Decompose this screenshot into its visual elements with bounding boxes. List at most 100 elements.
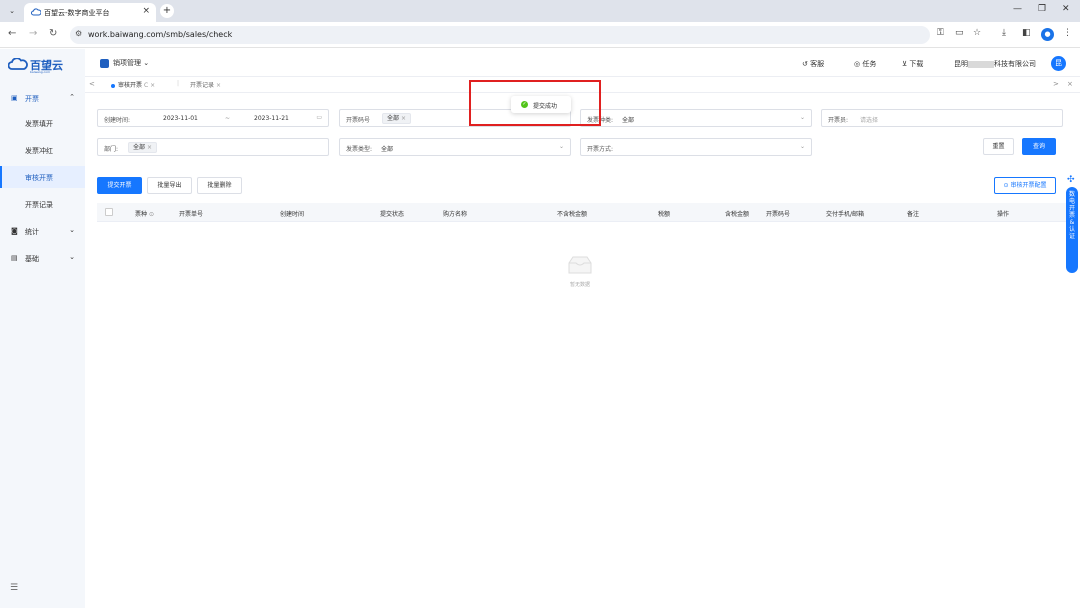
window-close-icon[interactable]: ✕ xyxy=(1062,4,1070,14)
col-label: 票种 xyxy=(135,211,148,218)
department-select[interactable]: 部门: 全部 × xyxy=(97,138,329,156)
module-icon xyxy=(100,58,109,68)
close-icon[interactable]: × xyxy=(150,82,155,89)
col-order-no: 开票单号 xyxy=(179,211,204,218)
batch-delete-button[interactable]: 批量删除 xyxy=(197,177,242,194)
page-tab-review[interactable]: 审核开票 C × xyxy=(111,80,155,89)
col-invoice-code: 开票码号 xyxy=(766,211,791,218)
download-button[interactable]: ⊻ 下载 xyxy=(902,59,923,69)
site-settings-icon[interactable]: ⚙ xyxy=(75,29,82,38)
close-icon[interactable]: × xyxy=(216,82,221,89)
module-switcher[interactable]: 销项管理 ⌄ xyxy=(100,58,149,68)
review-config-button[interactable]: ⊙ 审核开票配置 xyxy=(994,177,1056,194)
reload-icon[interactable]: ↻ xyxy=(49,28,57,39)
forward-icon[interactable]: → xyxy=(29,28,37,39)
chevron-down-icon: ⌄ xyxy=(799,114,805,121)
minimize-icon[interactable]: — xyxy=(1013,4,1022,14)
reset-button[interactable]: 重置 xyxy=(983,138,1014,155)
refresh-icon[interactable]: C xyxy=(144,82,148,89)
url-field[interactable]: ⚙ work.baiwang.com/smb/sales/check xyxy=(70,26,930,44)
page-tab-records[interactable]: 开票记录 × xyxy=(190,80,221,89)
sidebar-item-invoice-records[interactable]: 开票记录 xyxy=(0,193,85,215)
help-icon[interactable]: ⊙ xyxy=(149,211,154,218)
search-button[interactable]: 查询 xyxy=(1022,138,1056,155)
digital-invoice-float-panel[interactable]: 数电开票&认证 xyxy=(1066,187,1078,273)
active-dot-icon xyxy=(111,83,115,88)
settings-icon: ⊙ xyxy=(1003,182,1009,189)
new-tab-button[interactable]: + xyxy=(160,4,174,18)
statistics-icon: ◙ xyxy=(11,227,18,235)
sidebar-group-invoicing[interactable]: ▣ 开票 ⌃ xyxy=(0,90,85,108)
company-name[interactable]: 昆明 科技有限公司 xyxy=(954,59,1036,69)
sidebar-group-basics[interactable]: ▤ 基础 ⌄ xyxy=(0,250,85,268)
start-date[interactable]: 2023-11-01 xyxy=(163,115,198,122)
logo-subtext: baiwang.com xyxy=(30,70,51,74)
sidebar-group-label: 统计 xyxy=(25,228,39,236)
company-redacted xyxy=(968,60,994,68)
col-amount-excl-tax: 不含税金额 xyxy=(557,211,588,218)
page-tab-label: 审核开票 xyxy=(118,82,143,89)
col-buyer-name: 购方名称 xyxy=(443,211,468,218)
calendar-icon: ▭ xyxy=(316,114,322,121)
invoice-type-select[interactable]: 发票类型: 全部 ⌄ xyxy=(339,138,571,156)
empty-state: 暂无数据 xyxy=(565,255,595,288)
bookmark-star-icon[interactable]: ☆ xyxy=(973,28,981,38)
end-date[interactable]: 2023-11-21 xyxy=(254,115,289,122)
issuer-select[interactable]: 开票员: 请选择 xyxy=(821,109,1063,127)
toast-message: 提交成功 xyxy=(533,103,558,110)
tab-close-icon[interactable]: × xyxy=(142,6,150,16)
company-suffix: 科技有限公司 xyxy=(994,60,1036,68)
basics-icon: ▤ xyxy=(11,254,18,262)
issue-method-select[interactable]: 开票方式: ⌄ xyxy=(580,138,812,156)
created-time-label: 创建时间: xyxy=(104,117,131,124)
key-icon[interactable]: ⚿ xyxy=(937,28,944,38)
chevron-up-icon: ⌃ xyxy=(69,93,75,101)
col-remark: 备注 xyxy=(907,211,920,218)
tag-close-icon[interactable]: × xyxy=(401,115,406,122)
sidebar-item-red-invoice[interactable]: 发票冲红 xyxy=(0,139,85,161)
created-time-range[interactable]: 创建时间: 2023-11-01 ~ 2023-11-21 ▭ xyxy=(97,109,329,127)
sidebar-item-label: 审核开票 xyxy=(25,174,53,182)
issuer-placeholder: 请选择 xyxy=(860,117,879,124)
side-panel-icon[interactable]: ◧ xyxy=(1022,28,1031,38)
batch-export-button[interactable]: 批量导出 xyxy=(147,177,192,194)
col-created-time: 创建时间 xyxy=(280,211,305,218)
page-tabs: < 审核开票 C × | 开票记录 × > × xyxy=(85,77,1080,93)
drag-move-icon[interactable]: ✣ xyxy=(1067,175,1075,185)
sidebar-item-review-invoicing[interactable]: 审核开票 xyxy=(0,166,85,188)
float-panel-text: 数电开票&认证 xyxy=(1068,191,1075,240)
tag-label: 全部 xyxy=(133,144,146,151)
restore-icon[interactable]: ❐ xyxy=(1038,4,1046,14)
invoice-kind-select[interactable]: 发票种类: 全部 ⌄ xyxy=(580,109,812,127)
invoice-type-value: 全部 xyxy=(381,146,394,153)
submit-invoice-button[interactable]: 提交开票 xyxy=(97,177,142,194)
sidebar-item-label: 发票填开 xyxy=(25,120,53,128)
invoice-code-label: 开票码号 xyxy=(346,117,371,124)
browser-tab-bar: ⌄ 百望云-数字商业平台 × + — ❐ ✕ xyxy=(0,0,1080,22)
sidebar-group-label: 开票 xyxy=(25,95,39,103)
download-tray-icon: ⊻ xyxy=(902,60,908,68)
tasks-button[interactable]: ◎ 任务 xyxy=(854,59,876,69)
cast-icon[interactable]: ▭ xyxy=(955,28,964,38)
tab-search-chevron-icon[interactable]: ⌄ xyxy=(6,5,18,17)
sidebar-group-statistics[interactable]: ◙ 统计 ⌄ xyxy=(0,223,85,241)
back-icon[interactable]: ← xyxy=(8,28,16,39)
tabs-close-all-icon[interactable]: × xyxy=(1067,80,1073,88)
tag-close-icon[interactable]: × xyxy=(147,144,152,151)
more-menu-icon[interactable]: ⋮ xyxy=(1063,28,1072,38)
chevron-down-icon: ⌄ xyxy=(799,143,805,150)
sidebar-item-fill-invoice[interactable]: 发票填开 xyxy=(0,112,85,134)
tabs-scroll-left-icon[interactable]: < xyxy=(89,80,95,88)
tabs-scroll-right-icon[interactable]: > xyxy=(1053,80,1059,88)
select-all-checkbox[interactable] xyxy=(105,208,113,216)
download-icon[interactable]: ⤓ xyxy=(1002,28,1006,38)
invoice-kind-label: 发票种类: xyxy=(587,117,614,124)
collapse-menu-icon[interactable]: ☰ xyxy=(10,583,18,593)
col-amount-incl-tax: 含税金额 xyxy=(725,211,750,218)
chevron-down-icon: ⌄ xyxy=(69,226,75,234)
user-avatar[interactable]: 昆 xyxy=(1051,56,1066,71)
module-label: 销项管理 xyxy=(113,59,141,67)
profile-avatar-icon[interactable]: ● xyxy=(1041,28,1054,41)
customer-service-button[interactable]: ↺ 客服 xyxy=(802,59,824,69)
browser-tab[interactable]: 百望云-数字商业平台 × xyxy=(24,3,156,22)
